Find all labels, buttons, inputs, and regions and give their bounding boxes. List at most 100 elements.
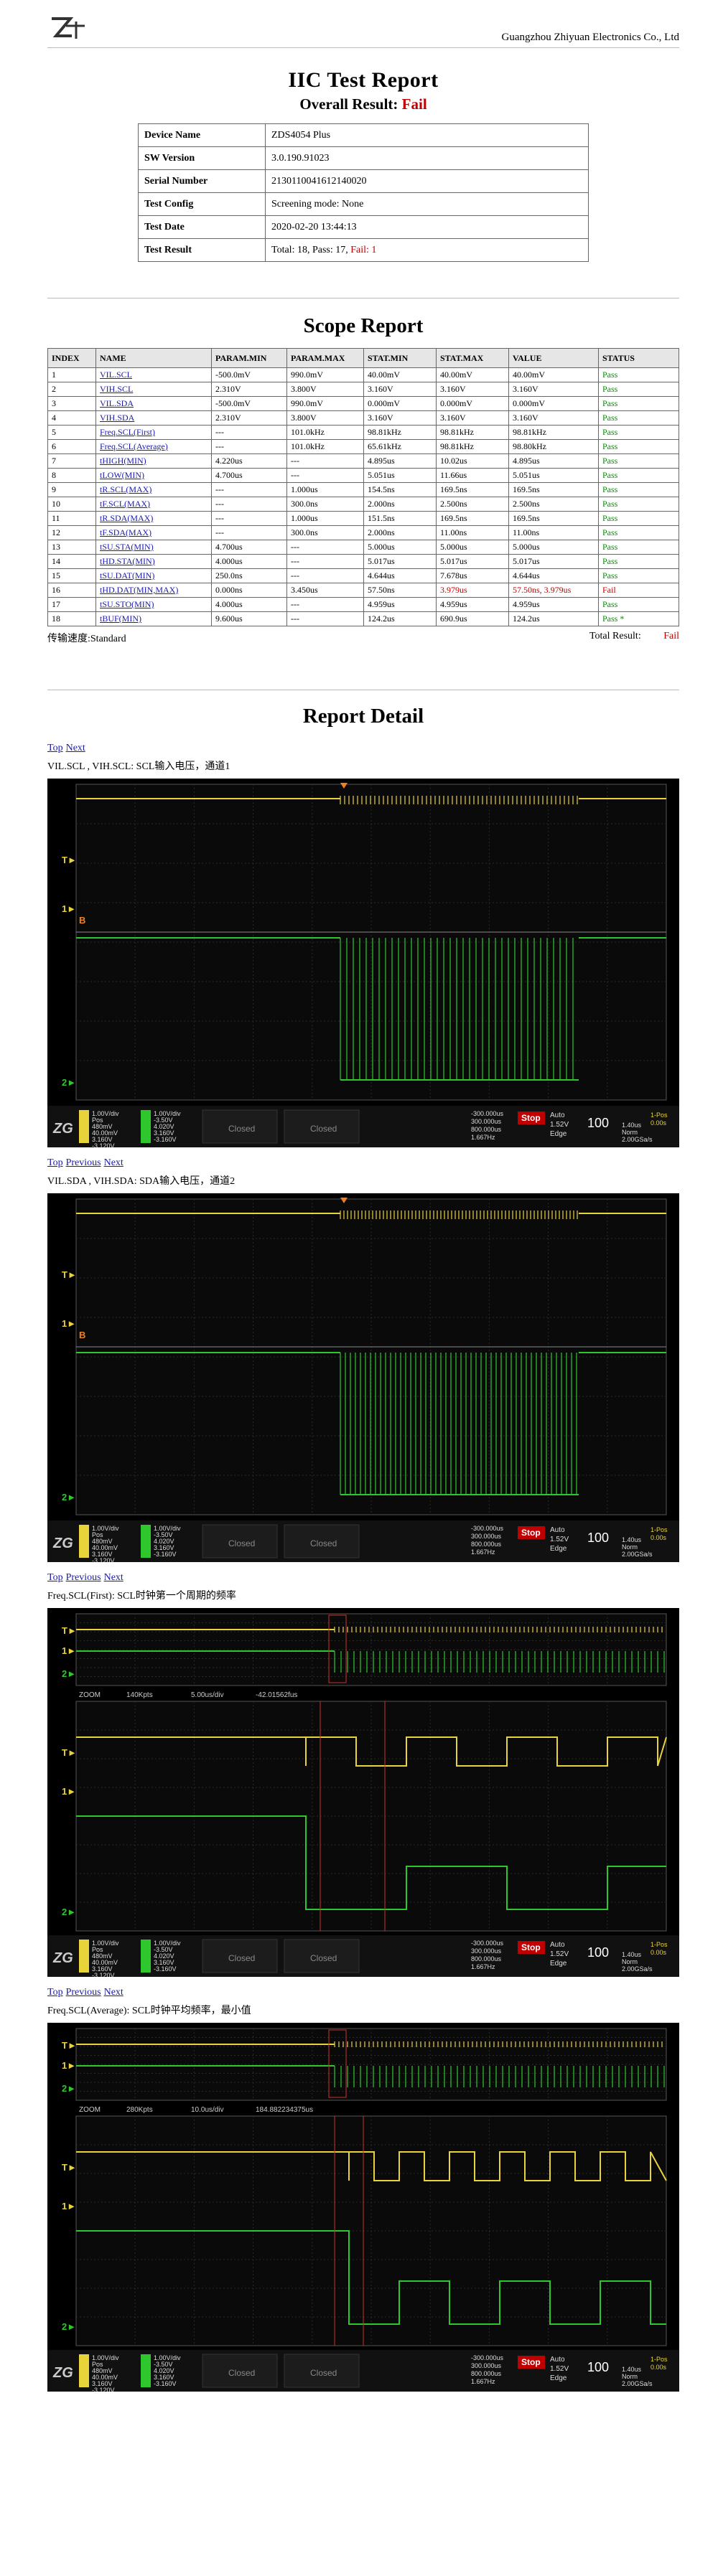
table-cell: 300.0ns [286, 525, 364, 540]
table-cell: 0.000ns [211, 583, 287, 598]
status-cell: Pass [598, 396, 679, 411]
channel-marker: 1► [62, 1318, 76, 1329]
table-cell: 14 [47, 554, 96, 569]
position-readout: 1-Pos [651, 1526, 668, 1533]
position-readout: 1-Pos [651, 1111, 668, 1119]
stop-label: Stop [521, 2357, 541, 2367]
ch2-badge [141, 2354, 151, 2387]
position-readout: 1-Pos [651, 1941, 668, 1948]
timebase-readout: -300.000us [471, 1525, 504, 1532]
page-header: Guangzhou Zhiyuan Electronics Co., Ltd [47, 0, 679, 48]
oscilloscope-screenshot: T► 1► 2► B ZG 1.00V/div Pos 480mV 40.00mV 3.160V -… [47, 779, 679, 1147]
table-cell: 15 [47, 568, 96, 583]
channel-marker: 2► [62, 1492, 76, 1503]
section-nav: Top Previous Next [47, 1987, 679, 1998]
param-name-link[interactable]: tLOW(MIN) [95, 468, 212, 483]
scope-report-table: INDEX NAME PARAM.MIN PARAM.MAX STAT.MIN STAT.… [47, 348, 679, 626]
param-name-link[interactable]: VIL.SDA [95, 396, 212, 411]
table-cell: 154.5ns [363, 482, 437, 497]
trigger-readout: Edge [550, 1130, 567, 1138]
nav-next-link[interactable]: Next [104, 1572, 123, 1583]
position-readout: 0.00s [651, 1119, 667, 1127]
closed-label: Closed [228, 1538, 255, 1548]
table-cell: 0.000mV [363, 396, 437, 411]
param-name-link[interactable]: tHIGH(MIN) [95, 453, 212, 469]
param-name-link[interactable]: tSU.DAT(MIN) [95, 568, 212, 583]
table-cell: 4.220us [211, 453, 287, 469]
status-cell: Pass [598, 568, 679, 583]
table-cell: 57.50ns, 3.979us [508, 583, 599, 598]
table-cell: 12 [47, 525, 96, 540]
table-row: 4 VIH.SDA 2.310V 3.800V 3.160V 3.160V 3.160V Pa… [47, 410, 679, 426]
table-cell: 3.160V [508, 382, 599, 397]
nav-top-link[interactable]: Top [47, 1572, 63, 1583]
section-nav: Top Previous Next [47, 1572, 679, 1584]
trigger-readout: 1.52V [550, 1536, 569, 1543]
table-cell: 4.895us [363, 453, 437, 469]
param-name-link[interactable]: tR.SCL(MAX) [95, 482, 212, 497]
ch1-readout: -3.120V [92, 1557, 115, 1562]
param-name-link[interactable]: tHD.STA(MIN) [95, 554, 212, 569]
nav-top-link[interactable]: Top [47, 1987, 63, 1998]
table-cell: 9 [47, 482, 96, 497]
ch2-readout: -3.160V [154, 1965, 177, 1973]
table-cell: 9.600us [211, 611, 287, 626]
channel-marker: 1► [62, 2201, 76, 2211]
trigger-readout: 1.52V [550, 1950, 569, 1958]
table-cell: 13 [47, 540, 96, 555]
channel-marker: T► [62, 1625, 77, 1636]
table-cell: 4.000us [211, 597, 287, 612]
nav-previous-link[interactable]: Previous [66, 1157, 101, 1168]
zoom-readout: 184.882234375us [256, 2106, 313, 2114]
table-cell: --- [211, 511, 287, 526]
table-cell: 3 [47, 396, 96, 411]
param-name-link[interactable]: tSU.STA(MIN) [95, 540, 212, 555]
closed-label: Closed [228, 1124, 255, 1134]
param-name-link[interactable]: VIH.SDA [95, 410, 212, 426]
table-cell: 11 [47, 511, 96, 526]
param-name-link[interactable]: VIH.SCL [95, 382, 212, 397]
company-name: Guangzhou Zhiyuan Electronics Co., Ltd [501, 32, 679, 43]
table-cell: --- [211, 497, 287, 512]
table-row: 2 VIH.SCL 2.310V 3.800V 3.160V 3.160V 3.160V Pa… [47, 382, 679, 397]
param-name-link[interactable]: tBUF(MIN) [95, 611, 212, 626]
table-cell: 4.644us [508, 568, 599, 583]
nav-next-link[interactable]: Next [104, 1987, 123, 1998]
param-name-link[interactable]: tR.SDA(MAX) [95, 511, 212, 526]
param-name-link[interactable]: tF.SCL(MAX) [95, 497, 212, 512]
table-cell: 11.00ns [436, 525, 509, 540]
table-cell: 124.2us [363, 611, 437, 626]
param-name-link[interactable]: Freq.SCL(First) [95, 425, 212, 440]
param-name-link[interactable]: tSU.STO(MIN) [95, 597, 212, 612]
channel-marker: 2► [62, 1077, 76, 1088]
param-name-link[interactable]: tF.SDA(MAX) [95, 525, 212, 540]
table-cell: 7.678us [436, 568, 509, 583]
param-name-link[interactable]: tHD.DAT(MIN,MAX) [95, 583, 212, 598]
status-cell: Pass [598, 382, 679, 397]
table-cell: 169.5ns [436, 511, 509, 526]
param-name-link[interactable]: Freq.SCL(Average) [95, 439, 212, 454]
param-name-link[interactable]: VIL.SCL [95, 367, 212, 382]
channel-marker: T► [62, 855, 77, 865]
trigger-readout: Auto [550, 1111, 565, 1119]
table-cell: 4.700us [211, 540, 287, 555]
column-header: STATUS [598, 348, 679, 368]
nav-next-link[interactable]: Next [104, 1157, 123, 1168]
table-cell: 3.450us [286, 583, 364, 598]
nav-previous-link[interactable]: Previous [66, 1987, 101, 1998]
rate-readout: 2.00GSa/s [622, 2380, 653, 2387]
table-row: 10 tF.SCL(MAX) --- 300.0ns 2.000ns 2.500ns 2.5… [47, 497, 679, 512]
nav-top-link[interactable]: Top [47, 743, 63, 753]
section-nav: Top Next [47, 743, 679, 754]
table-row: 9 tR.SCL(MAX) --- 1.000us 154.5ns 169.5ns 169.… [47, 482, 679, 497]
status-cell: Pass [598, 511, 679, 526]
rate-readout: 1.40us [622, 1951, 642, 1958]
status-cell: Fail [598, 583, 679, 598]
memory-depth: 100 [587, 1945, 609, 1960]
nav-previous-link[interactable]: Previous [66, 1572, 101, 1583]
column-header: NAME [95, 348, 212, 368]
status-cell: Pass [598, 439, 679, 454]
nav-next-link[interactable]: Next [66, 743, 85, 753]
nav-top-link[interactable]: Top [47, 1157, 63, 1168]
ch2-readout: -3.160V [154, 1551, 177, 1558]
